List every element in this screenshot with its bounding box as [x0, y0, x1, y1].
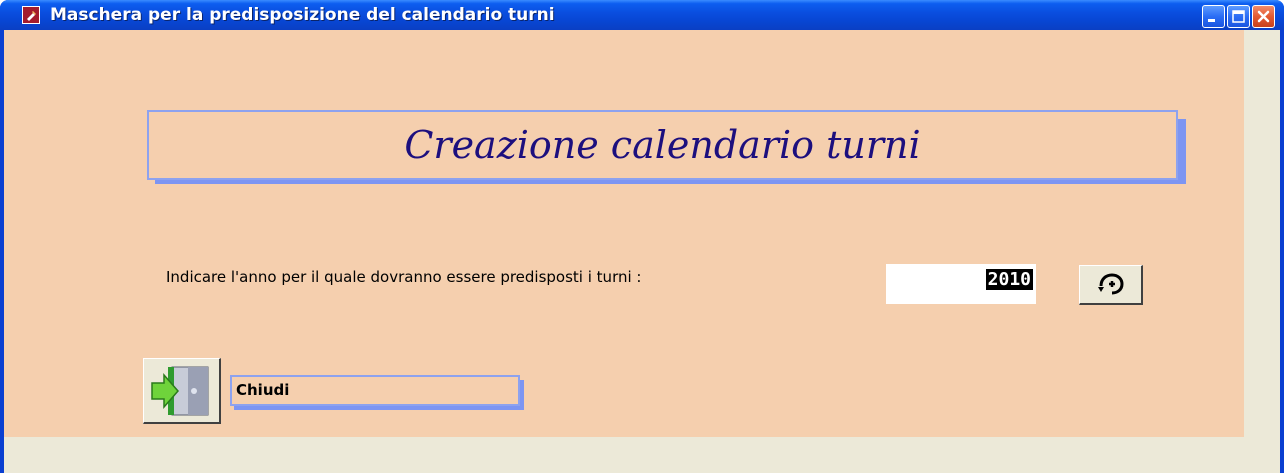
maximize-icon — [1232, 10, 1245, 23]
year-prompt-label: Indicare l'anno per il quale dovranno es… — [166, 268, 642, 286]
minimize-icon — [1208, 19, 1215, 22]
close-label-box[interactable]: Chiudi — [230, 375, 520, 406]
generate-calendar-button[interactable] — [1079, 265, 1143, 305]
maximize-button[interactable] — [1227, 5, 1250, 28]
close-window-button[interactable] — [1252, 5, 1275, 28]
access-form-icon[interactable] — [22, 6, 40, 24]
close-icon — [1257, 10, 1270, 23]
minimize-button[interactable] — [1202, 5, 1225, 28]
close-form-button[interactable] — [143, 358, 221, 424]
year-input-value: 2010 — [985, 269, 1033, 290]
form-header-title: Creazione calendario turni — [404, 123, 921, 167]
run-macro-icon — [1098, 273, 1124, 295]
app-window: Maschera per la predisposizione del cale… — [0, 0, 1284, 473]
exit-door-icon — [151, 366, 209, 416]
year-input[interactable]: 2010 — [886, 264, 1036, 304]
header-banner: Creazione calendario turni — [147, 110, 1178, 180]
title-bar[interactable]: Maschera per la predisposizione del cale… — [0, 0, 1284, 30]
window-title: Maschera per la predisposizione del cale… — [50, 5, 555, 25]
close-label-text: Chiudi — [236, 381, 290, 399]
